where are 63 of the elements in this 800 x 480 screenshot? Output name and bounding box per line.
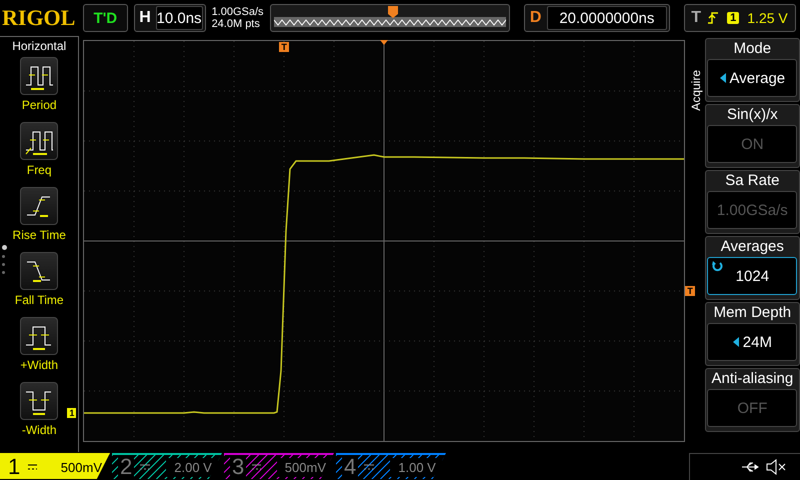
- measure-button[interactable]: [20, 187, 58, 225]
- measure-label: Rise Time: [12, 228, 66, 242]
- menu-label: Sin(x)/x: [726, 105, 778, 125]
- channel-number: 4: [342, 455, 358, 479]
- center-marker-icon: [380, 40, 388, 45]
- measure-label: Period: [22, 98, 57, 112]
- dc-coupling-icon: [252, 464, 261, 470]
- page-dot[interactable]: [2, 255, 5, 258]
- menu-value-button[interactable]: 1024: [707, 257, 798, 295]
- menu-label: Averages: [720, 237, 784, 257]
- sample-rate-text: 1.00GSa/s: [212, 6, 264, 18]
- trigger-level-marker[interactable]: T: [685, 286, 695, 296]
- channel-scale: 500mV: [60, 458, 103, 476]
- measure-label: Fall Time: [14, 293, 64, 307]
- channel-scale: 500mV: [276, 458, 334, 476]
- timebase-display[interactable]: H 10.0ns: [134, 4, 206, 32]
- channel-marker[interactable]: 1: [67, 408, 76, 418]
- measure-label: -Width: [22, 423, 57, 437]
- trigger-level-text: 1.25 V: [747, 10, 788, 26]
- channel-tab[interactable]: 3 500mV: [224, 453, 334, 479]
- brand-logo: RIGOL: [2, 4, 76, 32]
- channel-number: 1: [7, 455, 22, 479]
- menu-label: Mem Depth: [714, 303, 792, 323]
- speaker-muted-icon: [766, 458, 786, 474]
- measure-label: Freq: [26, 163, 52, 177]
- channel-tab[interactable]: 4 1.00 V: [336, 453, 446, 479]
- channel-tab[interactable]: 2 2.00 V: [112, 453, 222, 479]
- measure-label: +Width: [20, 358, 58, 372]
- usb-icon: [742, 462, 760, 472]
- menu-title: Horizontal: [12, 39, 66, 53]
- menu-label: Anti-aliasing: [712, 369, 794, 389]
- trigger-display[interactable]: T 1 1.25 V: [684, 4, 796, 32]
- measure-button[interactable]: [20, 252, 58, 290]
- dc-coupling-icon: [364, 464, 374, 470]
- measure-button[interactable]: [20, 382, 58, 420]
- trigger-position-icon: [388, 6, 398, 18]
- left-arrow-icon: [732, 337, 739, 347]
- trigger-source-badge: 1: [727, 12, 740, 24]
- rotate-icon: [711, 260, 724, 272]
- dc-coupling-icon: [28, 464, 37, 470]
- delay-display[interactable]: D 20.0000000ns: [524, 4, 670, 32]
- run-status-button[interactable]: T'D: [83, 4, 128, 32]
- left-arrow-icon: [720, 73, 726, 83]
- menu-label: Sa Rate: [725, 171, 780, 191]
- menu-value-button[interactable]: 24M: [707, 323, 798, 361]
- page-dot[interactable]: [2, 271, 5, 274]
- channel-number: 3: [230, 455, 246, 479]
- measure-button[interactable]: [20, 122, 58, 160]
- trigger-position-marker[interactable]: T: [279, 42, 289, 52]
- channel-scale: 2.00 V: [166, 458, 220, 476]
- menu-title: Acquire: [688, 70, 703, 111]
- channel-number: 2: [118, 455, 134, 479]
- measure-button[interactable]: [20, 317, 58, 355]
- rising-edge-icon: [707, 11, 720, 25]
- channel-scale: 1.00 V: [390, 458, 444, 476]
- memory-points-text: 24.0M pts: [212, 18, 261, 30]
- dc-coupling-icon: [140, 464, 150, 470]
- menu-label: Mode: [734, 39, 772, 59]
- measure-button[interactable]: [20, 57, 58, 95]
- page-dot[interactable]: [2, 263, 5, 266]
- channel-tab[interactable]: 1 500mV: [0, 453, 110, 479]
- page-dot[interactable]: [2, 245, 7, 250]
- menu-value-button[interactable]: Average: [707, 59, 798, 97]
